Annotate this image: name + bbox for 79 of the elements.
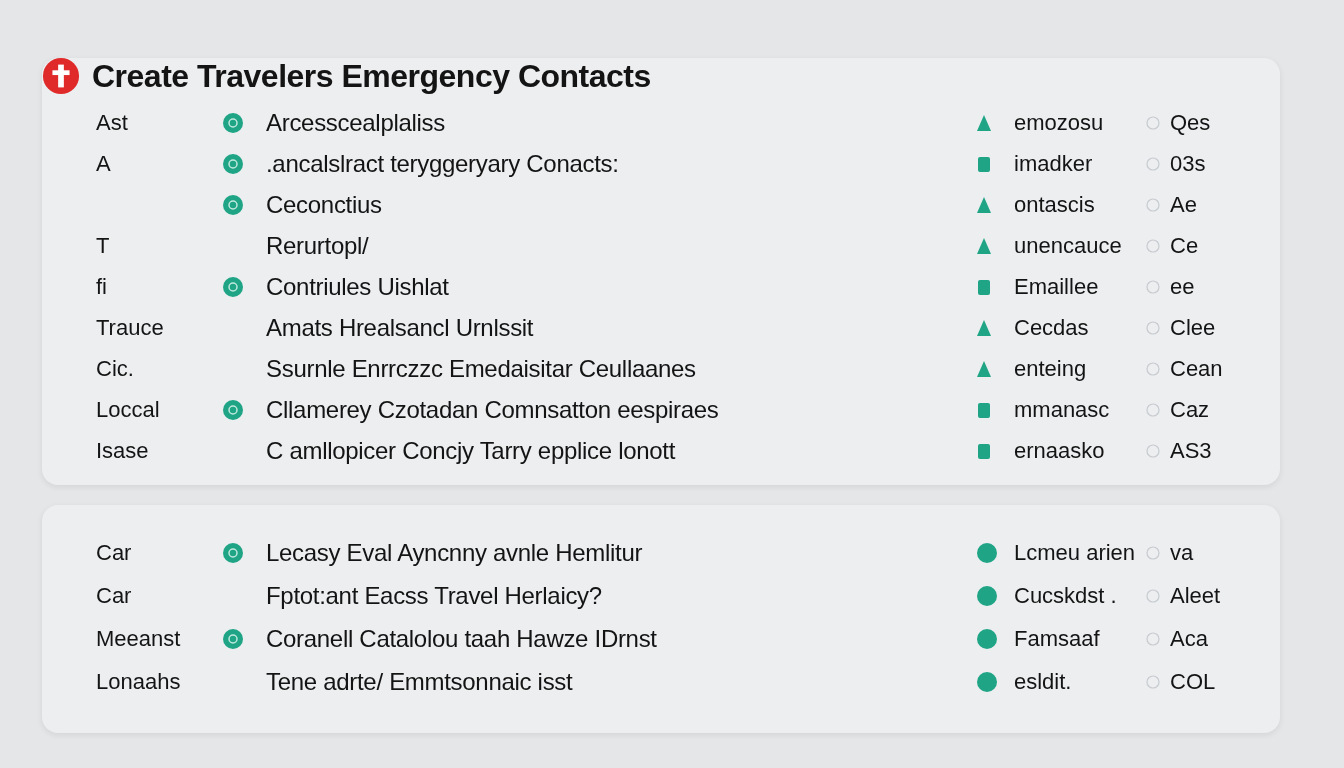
row-label: Lonaahs [96,668,182,695]
triangle-icon [976,236,992,255]
contact-name: emozosu [1014,109,1105,136]
radio-icon[interactable] [1146,320,1160,335]
contact-name: Famsaaf [1014,625,1101,652]
radio-icon[interactable] [1146,545,1160,560]
radio-icon[interactable] [1146,279,1160,294]
contact-text: Ssurnle Enrrczzc Emedaisitar Ceullaanes [266,354,697,383]
contact-name: unencauce [1014,232,1123,259]
contact-text: C amllopicer Concjy Tarry epplice lonott [266,436,677,465]
square-icon [976,277,992,296]
triangle-icon [976,359,992,378]
radio-icon[interactable] [1146,631,1160,646]
row-label: fi [96,273,108,300]
contact-name: enteing [1014,355,1088,382]
contact-code: Aleet [1170,582,1222,609]
contact-text: Tene adrte/ Emmtsonnaic isst [266,667,574,696]
square-icon [976,441,992,460]
row-label: T [96,232,111,259]
contact-code: COL [1170,668,1217,695]
contact-code: Clee [1170,314,1217,341]
radio-icon[interactable] [1146,402,1160,417]
status-dot-icon [976,584,998,607]
contact-name: Emaillee [1014,273,1100,300]
row-label: Meeanst [96,625,182,652]
square-icon [976,400,992,419]
row-label: Cic. [96,355,135,382]
contact-text: Fptot:ant Eacss Travel Herlaicy? [266,581,603,610]
row-label: Loccal [96,396,161,423]
triangle-icon [976,195,992,214]
contact-code: va [1170,539,1195,566]
contact-text: Arcesscealplaliss [266,108,446,137]
contact-text: Lecasy Eval Ayncnny avnle Hemlitur [266,538,644,567]
contact-name: esldit. [1014,668,1073,695]
radio-icon[interactable] [1146,674,1160,689]
contact-name: Cecdas [1014,314,1090,341]
row-label: Isase [96,437,150,464]
square-icon [976,154,992,173]
contact-name: Cucskdst . [1014,582,1118,609]
contact-name: Lcmeu arien [1014,539,1137,566]
radio-icon[interactable] [1146,443,1160,458]
contact-code: Aca [1170,625,1209,652]
contact-text: Ceconctius [266,190,383,219]
page-title: Create Travelers Emergency Contacts [92,57,651,95]
contact-name: ernaasko [1014,437,1106,464]
contact-name: mmanasc [1014,396,1111,423]
contact-code: Qes [1170,109,1212,136]
radio-icon[interactable] [1146,238,1160,253]
contact-text: Coranell Catalolou taah Hawze IDrnst [266,624,658,653]
row-label: A [96,150,112,177]
contact-code: ee [1170,273,1196,300]
contact-code: Ae [1170,191,1198,218]
radio-icon[interactable] [1146,588,1160,603]
row-label: Trauce [96,314,165,341]
row-label: Car [96,582,133,609]
status-dot-icon [976,627,998,650]
contact-code: 03s [1170,150,1207,177]
contact-text: Rerurtopl/ [266,231,370,260]
contact-name: ontascis [1014,191,1096,218]
contact-text: .ancalslract teryggeryary Conacts: [266,149,620,178]
contact-text: Contriules Uishlat [266,272,450,301]
radio-icon[interactable] [1146,156,1160,171]
contact-code: Caz [1170,396,1211,423]
radio-icon[interactable] [1146,197,1160,212]
triangle-icon [976,318,992,337]
contact-name: imadker [1014,150,1094,177]
contact-text: Amats Hrealsancl Urnlssit [266,313,535,342]
row-label: Ast [96,109,129,136]
radio-icon[interactable] [1146,361,1160,376]
row-label: Car [96,539,133,566]
contact-code: Ce [1170,232,1200,259]
contact-code: AS3 [1170,437,1213,464]
medical-cross-icon [42,57,80,95]
status-dot-icon [976,670,998,693]
radio-icon[interactable] [1146,115,1160,130]
status-dot-icon [976,541,998,564]
contact-code: Cean [1170,355,1224,382]
contact-text: Cllamerey Czotadan Comnsatton eespiraes [266,395,720,424]
triangle-icon [976,113,992,132]
